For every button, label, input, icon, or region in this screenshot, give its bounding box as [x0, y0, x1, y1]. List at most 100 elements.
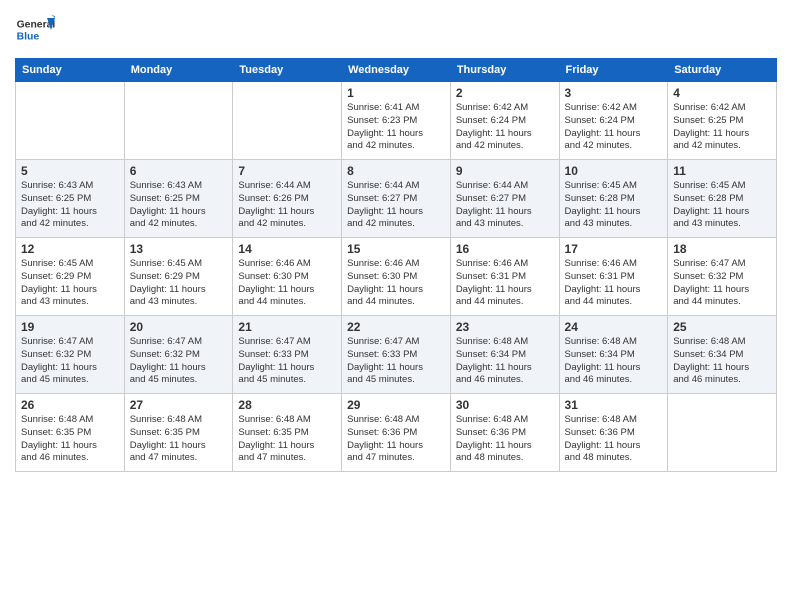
calendar-day-7: 7Sunrise: 6:44 AMSunset: 6:26 PMDaylight…	[233, 160, 342, 238]
day-info-8: Sunrise: 6:44 AMSunset: 6:27 PMDaylight:…	[347, 180, 445, 231]
calendar-day-26: 26 Sunrise: 6:48 AMSunset: 6:35 PMDayligh…	[16, 394, 125, 472]
calendar-day-13: 13 Sunrise: 6:45 AMSunset: 6:29 PMDayligh…	[124, 238, 233, 316]
calendar-day-8: 8 Sunrise: 6:44 AMSunset: 6:27 PMDaylight…	[342, 160, 451, 238]
day-info-15: Sunrise: 6:46 AMSunset: 6:30 PMDaylight:…	[347, 258, 445, 309]
day-info-22: Sunrise: 6:47 AMSunset: 6:33 PMDaylight:…	[347, 336, 445, 387]
svg-text:Blue: Blue	[17, 32, 40, 43]
calendar-empty-cell	[668, 394, 777, 472]
calendar-day-17: 17 Sunrise: 6:46 AMSunset: 6:31 PMDayligh…	[559, 238, 668, 316]
day-number-7: 7	[238, 164, 336, 178]
calendar-day-4: 4Sunrise: 6:42 AMSunset: 6:25 PMDaylight…	[668, 82, 777, 160]
header: General Blue	[15, 10, 777, 50]
day-number-26: 26	[21, 398, 119, 412]
weekday-header-monday: Monday	[124, 59, 233, 82]
day-info-10: Sunrise: 6:45 AMSunset: 6:28 PMDaylight:…	[565, 180, 663, 231]
day-number-8: 8	[347, 164, 445, 178]
day-number-25: 25	[673, 320, 771, 334]
day-info-5: Sunrise: 6:43 AMSunset: 6:25 PMDaylight:…	[21, 180, 119, 231]
day-info-12: Sunrise: 6:45 AMSunset: 6:29 PMDaylight:…	[21, 258, 119, 309]
calendar-day-23: 23Sunrise: 6:48 AMSunset: 6:34 PMDayligh…	[450, 316, 559, 394]
calendar-day-6: 6 Sunrise: 6:43 AMSunset: 6:25 PMDaylight…	[124, 160, 233, 238]
calendar-day-14: 14 Sunrise: 6:46 AMSunset: 6:30 PMDayligh…	[233, 238, 342, 316]
weekday-header-thursday: Thursday	[450, 59, 559, 82]
calendar-day-29: 29 Sunrise: 6:48 AMSunset: 6:36 PMDayligh…	[342, 394, 451, 472]
calendar-day-5: 5 Sunrise: 6:43 AMSunset: 6:25 PMDaylight…	[16, 160, 125, 238]
calendar-day-30: 30Sunrise: 6:48 AMSunset: 6:36 PMDayligh…	[450, 394, 559, 472]
day-number-31: 31	[565, 398, 663, 412]
day-number-27: 27	[130, 398, 228, 412]
day-number-18: 18	[673, 242, 771, 256]
day-number-6: 6	[130, 164, 228, 178]
day-number-2: 2	[456, 86, 554, 100]
calendar-empty-cell	[233, 82, 342, 160]
day-info-9: Sunrise: 6:44 AMSunset: 6:27 PMDaylight:…	[456, 180, 554, 231]
day-number-29: 29	[347, 398, 445, 412]
day-info-6: Sunrise: 6:43 AMSunset: 6:25 PMDaylight:…	[130, 180, 228, 231]
day-info-28: Sunrise: 6:48 AMSunset: 6:35 PMDaylight:…	[238, 414, 336, 465]
logo-icon: General Blue	[15, 10, 55, 50]
calendar-day-12: 12Sunrise: 6:45 AMSunset: 6:29 PMDayligh…	[16, 238, 125, 316]
day-number-16: 16	[456, 242, 554, 256]
weekday-header-row: SundayMondayTuesdayWednesdayThursdayFrid…	[16, 59, 777, 82]
calendar-day-15: 15 Sunrise: 6:46 AMSunset: 6:30 PMDayligh…	[342, 238, 451, 316]
day-number-10: 10	[565, 164, 663, 178]
calendar-week-3: 12Sunrise: 6:45 AMSunset: 6:29 PMDayligh…	[16, 238, 777, 316]
day-number-17: 17	[565, 242, 663, 256]
day-info-20: Sunrise: 6:47 AMSunset: 6:32 PMDaylight:…	[130, 336, 228, 387]
day-number-3: 3	[565, 86, 663, 100]
day-info-4: Sunrise: 6:42 AMSunset: 6:25 PMDaylight:…	[673, 102, 771, 153]
page: General Blue SundayMondayTuesdayWednesda…	[0, 0, 792, 612]
day-number-11: 11	[673, 164, 771, 178]
day-info-11: Sunrise: 6:45 AMSunset: 6:28 PMDaylight:…	[673, 180, 771, 231]
calendar-day-3: 3 Sunrise: 6:42 AMSunset: 6:24 PMDaylight…	[559, 82, 668, 160]
day-info-2: Sunrise: 6:42 AMSunset: 6:24 PMDaylight:…	[456, 102, 554, 153]
calendar-day-25: 25 Sunrise: 6:48 AMSunset: 6:34 PMDayligh…	[668, 316, 777, 394]
calendar-day-27: 27Sunrise: 6:48 AMSunset: 6:35 PMDayligh…	[124, 394, 233, 472]
day-info-1: Sunrise: 6:41 AMSunset: 6:23 PMDaylight:…	[347, 102, 445, 153]
day-number-21: 21	[238, 320, 336, 334]
day-number-15: 15	[347, 242, 445, 256]
day-info-13: Sunrise: 6:45 AMSunset: 6:29 PMDaylight:…	[130, 258, 228, 309]
calendar-day-10: 10 Sunrise: 6:45 AMSunset: 6:28 PMDayligh…	[559, 160, 668, 238]
day-number-5: 5	[21, 164, 119, 178]
day-number-22: 22	[347, 320, 445, 334]
calendar-day-20: 20 Sunrise: 6:47 AMSunset: 6:32 PMDayligh…	[124, 316, 233, 394]
day-number-1: 1	[347, 86, 445, 100]
calendar-day-1: 1 Sunrise: 6:41 AMSunset: 6:23 PMDaylight…	[342, 82, 451, 160]
day-info-31: Sunrise: 6:48 AMSunset: 6:36 PMDaylight:…	[565, 414, 663, 465]
day-number-28: 28	[238, 398, 336, 412]
weekday-header-saturday: Saturday	[668, 59, 777, 82]
day-info-3: Sunrise: 6:42 AMSunset: 6:24 PMDaylight:…	[565, 102, 663, 153]
day-number-30: 30	[456, 398, 554, 412]
day-info-17: Sunrise: 6:46 AMSunset: 6:31 PMDaylight:…	[565, 258, 663, 309]
calendar-table: SundayMondayTuesdayWednesdayThursdayFrid…	[15, 58, 777, 472]
calendar-day-16: 16 Sunrise: 6:46 AMSunset: 6:31 PMDayligh…	[450, 238, 559, 316]
calendar-day-22: 22 Sunrise: 6:47 AMSunset: 6:33 PMDayligh…	[342, 316, 451, 394]
day-number-20: 20	[130, 320, 228, 334]
day-number-24: 24	[565, 320, 663, 334]
day-info-24: Sunrise: 6:48 AMSunset: 6:34 PMDaylight:…	[565, 336, 663, 387]
day-info-19: Sunrise: 6:47 AMSunset: 6:32 PMDaylight:…	[21, 336, 119, 387]
calendar-empty-cell	[124, 82, 233, 160]
day-info-18: Sunrise: 6:47 AMSunset: 6:32 PMDaylight:…	[673, 258, 771, 309]
day-info-25: Sunrise: 6:48 AMSunset: 6:34 PMDaylight:…	[673, 336, 771, 387]
calendar-day-2: 2 Sunrise: 6:42 AMSunset: 6:24 PMDaylight…	[450, 82, 559, 160]
calendar-day-11: 11 Sunrise: 6:45 AMSunset: 6:28 PMDayligh…	[668, 160, 777, 238]
day-info-14: Sunrise: 6:46 AMSunset: 6:30 PMDaylight:…	[238, 258, 336, 309]
calendar-week-5: 26 Sunrise: 6:48 AMSunset: 6:35 PMDayligh…	[16, 394, 777, 472]
day-number-14: 14	[238, 242, 336, 256]
calendar-week-1: 1 Sunrise: 6:41 AMSunset: 6:23 PMDaylight…	[16, 82, 777, 160]
weekday-header-friday: Friday	[559, 59, 668, 82]
day-number-13: 13	[130, 242, 228, 256]
calendar-day-18: 18 Sunrise: 6:47 AMSunset: 6:32 PMDayligh…	[668, 238, 777, 316]
day-info-26: Sunrise: 6:48 AMSunset: 6:35 PMDaylight:…	[21, 414, 119, 465]
day-number-9: 9	[456, 164, 554, 178]
day-number-19: 19	[21, 320, 119, 334]
calendar-week-2: 5 Sunrise: 6:43 AMSunset: 6:25 PMDaylight…	[16, 160, 777, 238]
day-info-29: Sunrise: 6:48 AMSunset: 6:36 PMDaylight:…	[347, 414, 445, 465]
calendar-day-31: 31 Sunrise: 6:48 AMSunset: 6:36 PMDayligh…	[559, 394, 668, 472]
day-info-16: Sunrise: 6:46 AMSunset: 6:31 PMDaylight:…	[456, 258, 554, 309]
calendar-day-28: 28 Sunrise: 6:48 AMSunset: 6:35 PMDayligh…	[233, 394, 342, 472]
logo: General Blue	[15, 10, 59, 50]
calendar-day-19: 19 Sunrise: 6:47 AMSunset: 6:32 PMDayligh…	[16, 316, 125, 394]
